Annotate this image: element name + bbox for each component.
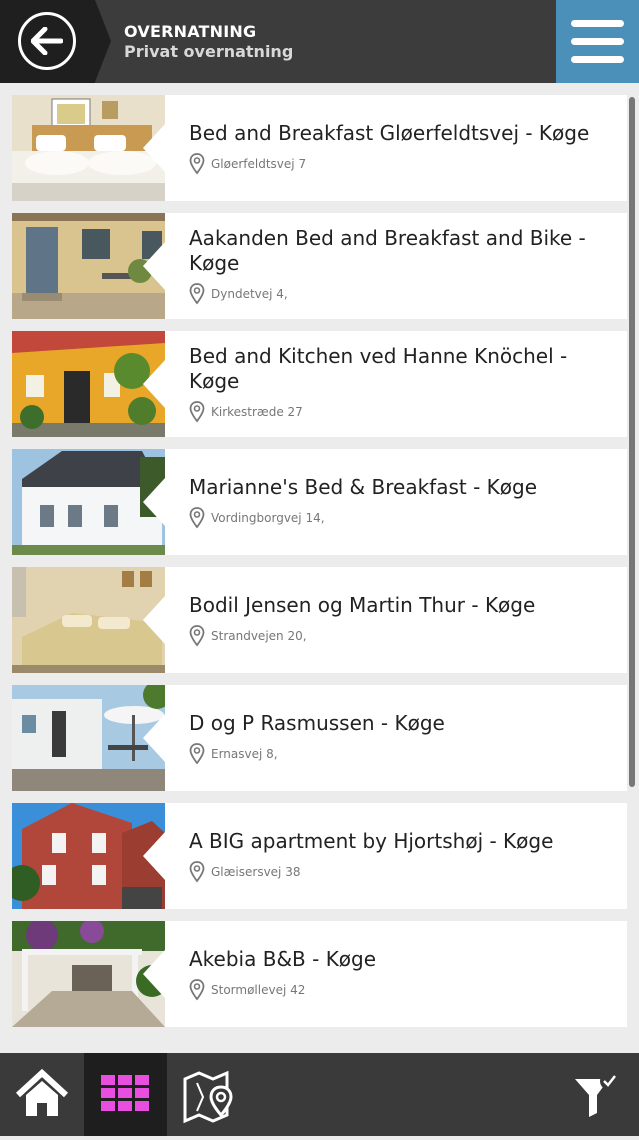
listing-photo xyxy=(12,213,165,319)
scrollbar[interactable] xyxy=(629,97,635,787)
app-header: OVERNATNING Privat overnatning xyxy=(0,0,639,83)
filter-button[interactable] xyxy=(555,1053,639,1136)
location-pin-icon xyxy=(189,153,205,175)
home-button[interactable] xyxy=(0,1053,84,1136)
list-item[interactable]: Bodil Jensen og Martin Thur - Køge Stran… xyxy=(12,567,627,673)
listing-address-text: Vordingborgvej 14, xyxy=(211,511,325,525)
listing-address: Dyndetvej 4, xyxy=(189,283,288,305)
location-pin-icon xyxy=(189,743,205,765)
grid-view-button[interactable] xyxy=(84,1053,167,1136)
listing-address-text: Ernasvej 8, xyxy=(211,747,278,761)
listing-address-text: Strandvejen 20, xyxy=(211,629,307,643)
map-button[interactable] xyxy=(167,1053,251,1136)
list-item[interactable]: Marianne's Bed & Breakfast - Køge Vordin… xyxy=(12,449,627,555)
listing-photo xyxy=(12,921,165,1027)
location-pin-icon xyxy=(189,625,205,647)
hamburger-bar xyxy=(571,56,624,63)
listing-name: A BIG apartment by Hjortshøj - Køge xyxy=(189,829,554,853)
back-button[interactable] xyxy=(0,0,111,83)
listing-address: Stormøllevej 42 xyxy=(189,979,305,1001)
grid-icon xyxy=(101,1075,149,1111)
page-subtitle: Privat overnatning xyxy=(124,42,294,61)
listing-photo xyxy=(12,567,165,673)
location-pin-icon xyxy=(189,979,205,1001)
map-pin-icon xyxy=(183,1070,233,1124)
listing-name: Aakanden Bed and Breakfast and Bike - Kø… xyxy=(189,226,586,275)
list-item[interactable]: Bed and Breakfast Gløerfeldtsvej - Køge … xyxy=(12,95,627,201)
listing-address: Kirkestræde 27 xyxy=(189,401,303,423)
arrow-left-icon xyxy=(18,12,76,70)
bottom-nav xyxy=(0,1053,639,1136)
list-item[interactable]: D og P Rasmussen - Køge Ernasvej 8, xyxy=(12,685,627,791)
hamburger-menu-icon xyxy=(571,20,624,27)
listing-name: Marianne's Bed & Breakfast - Køge xyxy=(189,475,537,499)
location-pin-icon xyxy=(189,283,205,305)
listing-address: Glæisersvej 38 xyxy=(189,861,300,883)
hamburger-bar xyxy=(571,38,624,45)
location-pin-icon xyxy=(189,861,205,883)
listing-photo xyxy=(12,331,165,437)
listing-photo xyxy=(12,95,165,201)
listing-address: Gløerfeldtsvej 7 xyxy=(189,153,306,175)
location-pin-icon xyxy=(189,507,205,529)
accommodation-list: Bed and Breakfast Gløerfeldtsvej - Køge … xyxy=(12,95,627,1039)
list-item[interactable]: Akebia B&B - Køge Stormøllevej 42 xyxy=(12,921,627,1027)
listing-photo xyxy=(12,685,165,791)
list-item[interactable]: Aakanden Bed and Breakfast and Bike - Kø… xyxy=(12,213,627,319)
menu-button[interactable] xyxy=(556,0,639,83)
listing-address-text: Kirkestræde 27 xyxy=(211,405,303,419)
listing-address: Strandvejen 20, xyxy=(189,625,307,647)
listing-name: D og P Rasmussen - Køge xyxy=(189,711,445,735)
listing-name: Bed and Kitchen ved Hanne Knöchel - Køge xyxy=(189,344,568,393)
listing-address-text: Stormøllevej 42 xyxy=(211,983,306,997)
listing-name: Bodil Jensen og Martin Thur - Køge xyxy=(189,593,536,617)
listing-name: Akebia B&B - Køge xyxy=(189,947,377,971)
listing-address-text: Dyndetvej 4, xyxy=(211,287,288,301)
listing-photo xyxy=(12,803,165,909)
filter-check-icon xyxy=(575,1072,618,1117)
listing-address: Vordingborgvej 14, xyxy=(189,507,325,529)
page-title: OVERNATNING xyxy=(124,22,257,41)
list-item[interactable]: Bed and Kitchen ved Hanne Knöchel - Køge… xyxy=(12,331,627,437)
listing-address-text: Gløerfeldtsvej 7 xyxy=(211,157,307,171)
list-item[interactable]: A BIG apartment by Hjortshøj - Køge Glæi… xyxy=(12,803,627,909)
location-pin-icon xyxy=(189,401,205,423)
listing-address: Ernasvej 8, xyxy=(189,743,278,765)
listing-address-text: Glæisersvej 38 xyxy=(211,865,301,879)
listing-photo xyxy=(12,449,165,555)
listing-name: Bed and Breakfast Gløerfeldtsvej - Køge xyxy=(189,121,590,145)
home-icon xyxy=(15,1068,69,1116)
